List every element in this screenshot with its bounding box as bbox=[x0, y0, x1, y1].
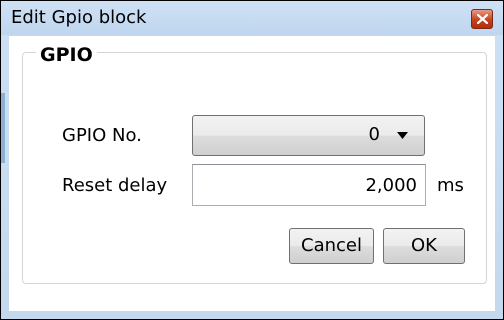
gpio-no-dropdown[interactable]: 0 bbox=[192, 115, 425, 156]
close-icon bbox=[477, 14, 488, 24]
window-title: Edit Gpio block bbox=[11, 7, 147, 28]
reset-delay-label: Reset delay bbox=[62, 175, 168, 196]
reset-delay-unit: ms bbox=[437, 175, 464, 196]
window-frame-bottom bbox=[1, 311, 503, 319]
gpio-no-value: 0 bbox=[368, 124, 380, 145]
cancel-button[interactable]: Cancel bbox=[289, 228, 374, 264]
gpio-no-label: GPIO No. bbox=[62, 125, 142, 146]
chevron-down-icon bbox=[397, 132, 408, 139]
window-frame-left bbox=[1, 35, 9, 317]
gpio-group-title: GPIO bbox=[36, 42, 97, 68]
title-bar[interactable]: Edit Gpio block bbox=[1, 1, 503, 35]
close-button[interactable] bbox=[471, 9, 493, 29]
window-frame-right bbox=[495, 35, 503, 317]
reset-delay-input[interactable] bbox=[192, 164, 426, 206]
ok-button[interactable]: OK bbox=[383, 228, 465, 264]
window-frame-accent bbox=[1, 93, 5, 163]
